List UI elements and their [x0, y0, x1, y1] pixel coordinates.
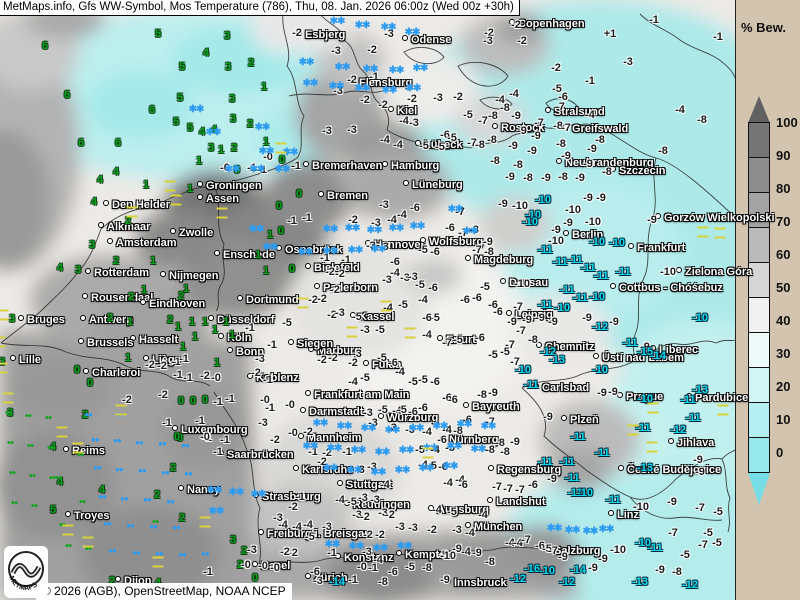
colorbar-segment	[748, 437, 770, 473]
colorbar-segment	[748, 192, 770, 228]
metmaps-logo: METMAPS	[4, 546, 48, 598]
colorbar-segment	[748, 332, 770, 368]
colorbar-segment	[748, 227, 770, 263]
colorbar-segment	[748, 402, 770, 438]
cloud-cover-field	[0, 0, 736, 600]
colorbar-arrow-up	[748, 96, 770, 123]
colorbar-arrow-down	[748, 473, 770, 505]
colorbar-tick-label: 100	[776, 115, 798, 130]
cloud-cover-colorbar	[748, 96, 770, 505]
colorbar-tick-label: 50	[776, 280, 790, 295]
colorbar-tick-label: 20	[776, 379, 790, 394]
colorbar-panel: % Bew. 1009080706050403020100	[735, 0, 800, 600]
colorbar-segment	[748, 297, 770, 333]
colorbar-tick-label: 90	[776, 148, 790, 163]
colorbar-segment	[748, 367, 770, 403]
colorbar-segment	[748, 122, 770, 158]
colorbar-tick-label: 70	[776, 214, 790, 229]
colorbar-tick-label: 10	[776, 412, 790, 427]
colorbar-tick-label: 30	[776, 346, 790, 361]
colorbar-segment	[748, 157, 770, 193]
colorbar-segment	[748, 262, 770, 298]
colorbar-tick-label: 80	[776, 181, 790, 196]
colorbar-title: % Bew.	[741, 20, 786, 35]
map-canvas[interactable]	[0, 0, 736, 600]
colorbar-tick-label: 60	[776, 247, 790, 262]
colorbar-tick-label: 0	[776, 445, 783, 460]
map-title-bar: MetMaps.info, Gfs WW-Symbol, Mos Tempera…	[0, 0, 520, 16]
weather-map-screenshot: % Bew. 1009080706050403020100 EsbjergOde…	[0, 0, 800, 600]
attribution-line[interactable]: © 2026 (AGB), OpenStreetMap, NOAA NCEP	[36, 583, 292, 600]
colorbar-tick-label: 40	[776, 313, 790, 328]
